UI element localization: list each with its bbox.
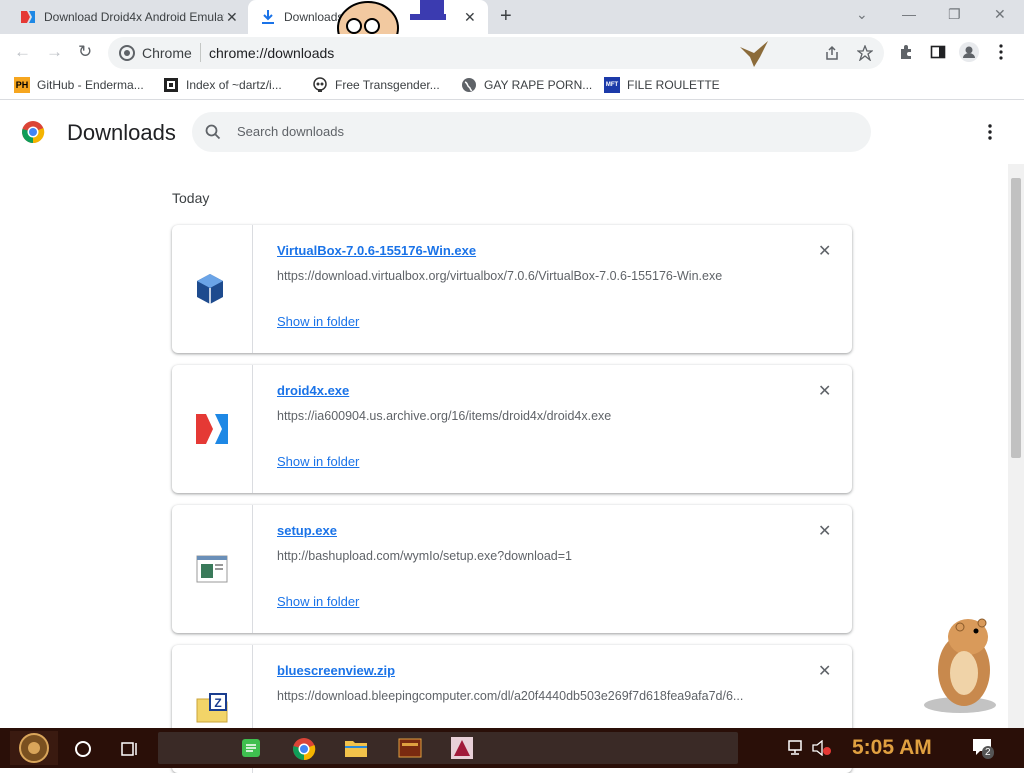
browser-menu-icon[interactable] <box>998 44 1004 60</box>
droid4x-icon <box>196 414 228 444</box>
action-center-button[interactable]: 2 <box>972 738 994 760</box>
bookmark-star-icon[interactable] <box>857 45 873 61</box>
file-icon-cell <box>172 505 253 633</box>
url-text: chrome://downloads <box>209 45 335 61</box>
download-item: droid4x.exe https://ia600904.us.archive.… <box>172 365 852 493</box>
download-source-url: http://bashupload.com/wymIo/setup.exe?do… <box>277 549 572 563</box>
address-separator <box>200 43 201 62</box>
address-bar[interactable]: Chrome chrome://downloads <box>108 37 884 69</box>
zip-folder-icon: Z <box>196 693 228 723</box>
bookmark-label: Free Transgender... <box>335 78 440 92</box>
bookmark-label: GAY RAPE PORN... <box>484 78 593 92</box>
download-filename-link[interactable]: droid4x.exe <box>277 383 349 398</box>
more-actions-icon[interactable] <box>987 124 993 140</box>
browser-toolbar: ← → ↻ Chrome chrome://downloads <box>0 34 1024 72</box>
app-taskbar-icon[interactable] <box>398 738 422 758</box>
remove-download-icon[interactable]: ✕ <box>818 521 831 541</box>
start-button-icon[interactable] <box>10 731 58 765</box>
droid4x-favicon-icon <box>21 11 35 23</box>
close-window-button[interactable]: ✕ <box>994 6 1006 23</box>
file-explorer-icon[interactable] <box>344 738 368 758</box>
notification-count-badge: 2 <box>982 746 994 759</box>
sticky-notes-icon[interactable] <box>240 737 262 759</box>
close-tab-icon[interactable]: ✕ <box>226 9 238 26</box>
side-panel-icon[interactable] <box>930 44 946 60</box>
chrome-site-icon <box>119 45 135 61</box>
task-view-icon[interactable] <box>121 740 139 758</box>
download-source-url: https://download.virtualbox.org/virtualb… <box>277 269 723 283</box>
profile-avatar-icon[interactable] <box>959 42 979 62</box>
show-in-folder-link[interactable]: Show in folder <box>277 454 359 469</box>
remove-download-icon[interactable]: ✕ <box>818 241 831 261</box>
index-icon <box>164 78 178 92</box>
new-tab-button[interactable]: + <box>500 5 512 28</box>
taskbar: 5:05 AM 2 <box>0 728 1024 768</box>
taskbar-clock[interactable]: 5:05 AM <box>852 736 932 760</box>
reload-button[interactable]: ↻ <box>78 42 92 62</box>
tab-search-icon[interactable]: ⌄ <box>856 6 868 23</box>
share-icon[interactable] <box>824 45 840 61</box>
download-filename-link[interactable]: bluescreenview.zip <box>277 663 395 678</box>
mft-icon: MFT <box>604 77 620 93</box>
volume-muted-icon[interactable] <box>812 740 832 756</box>
chrome-taskbar-icon[interactable] <box>292 737 316 761</box>
site-label: Chrome <box>142 45 192 61</box>
globe-icon <box>462 78 476 92</box>
bookmark-file-roulette[interactable]: MFT FILE ROULETTE <box>604 77 720 93</box>
download-filename-link[interactable]: VirtualBox-7.0.6-155176-Win.exe <box>277 243 476 258</box>
eagle-sticker <box>740 41 768 67</box>
show-in-folder-link[interactable]: Show in folder <box>277 314 359 329</box>
back-button[interactable]: ← <box>14 42 31 62</box>
close-tab-icon[interactable]: ✕ <box>464 9 476 26</box>
search-placeholder: Search downloads <box>237 124 344 139</box>
forward-button[interactable]: → <box>46 42 63 62</box>
tab-strip: Download Droid4x Android Emulator ✕ Down… <box>0 0 1024 55</box>
bookmark-label: FILE ROULETTE <box>627 78 720 92</box>
taskbar-apps-area <box>158 732 738 764</box>
download-item: VirtualBox-7.0.6-155176-Win.exe https://… <box>172 225 852 353</box>
download-source-url: https://download.bleepingcomputer.com/dl… <box>277 689 744 703</box>
downloads-header: Downloads Search downloads <box>0 100 1008 164</box>
bookmark-globe[interactable]: GAY RAPE PORN... <box>461 77 592 93</box>
app-taskbar-icon[interactable] <box>450 736 474 760</box>
bookmark-index-dartz[interactable]: Index of ~dartz/i... <box>163 77 282 93</box>
vertical-scrollbar[interactable] <box>1008 164 1024 728</box>
restore-button[interactable]: ❐ <box>948 6 961 23</box>
remove-download-icon[interactable]: ✕ <box>818 661 831 681</box>
svg-text:Z: Z <box>214 696 221 710</box>
bookmark-github[interactable]: PH GitHub - Enderma... <box>14 77 144 93</box>
show-in-folder-link[interactable]: Show in folder <box>277 594 359 609</box>
scrollbar-thumb[interactable] <box>1011 178 1021 458</box>
tab-droid4x[interactable]: Download Droid4x Android Emulator ✕ <box>10 0 250 34</box>
downloads-page: Downloads Search downloads Today Virtual… <box>0 100 1024 773</box>
file-icon-cell <box>172 365 253 493</box>
download-filename-link[interactable]: setup.exe <box>277 523 337 538</box>
search-icon <box>205 124 221 140</box>
extensions-icon[interactable] <box>898 44 914 60</box>
bookmark-free-transgender[interactable]: Free Transgender... <box>312 77 440 93</box>
download-item: setup.exe http://bashupload.com/wymIo/se… <box>172 505 852 633</box>
bookmarks-bar: PH GitHub - Enderma... Index of ~dartz/i… <box>0 72 1024 100</box>
minimize-button[interactable]: — <box>902 6 916 22</box>
remove-download-icon[interactable]: ✕ <box>818 381 831 401</box>
download-source-url: https://ia600904.us.archive.org/16/items… <box>277 409 612 423</box>
virtualbox-icon <box>197 274 223 304</box>
page-title: Downloads <box>67 120 176 145</box>
bookmark-label: GitHub - Enderma... <box>37 78 144 92</box>
skull-icon <box>313 77 327 92</box>
network-icon[interactable] <box>788 740 806 756</box>
hamster-sticker <box>924 618 996 713</box>
search-cortana-icon[interactable] <box>74 740 92 758</box>
file-icon-cell <box>172 225 253 353</box>
ph-icon: PH <box>14 77 30 93</box>
tab-title: Download Droid4x Android Emulator <box>44 10 224 24</box>
bookmark-label: Index of ~dartz/i... <box>186 78 282 92</box>
search-downloads-field[interactable]: Search downloads <box>192 112 871 152</box>
download-icon <box>262 10 274 24</box>
chrome-logo-icon <box>22 121 45 144</box>
setup-icon <box>196 555 228 583</box>
date-section-label: Today <box>172 190 210 206</box>
